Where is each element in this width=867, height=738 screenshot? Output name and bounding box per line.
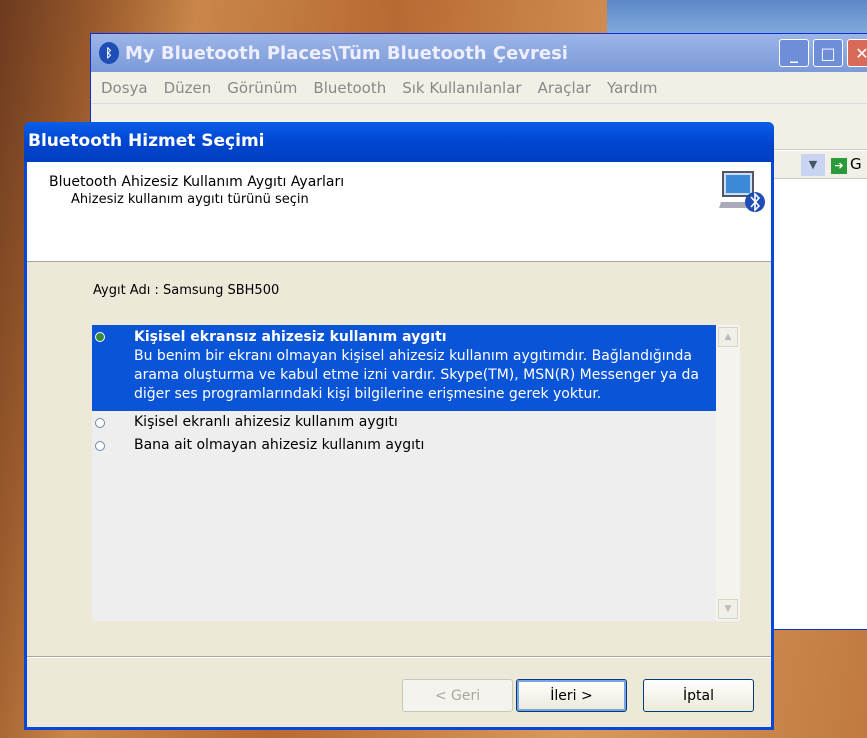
menu-favorites[interactable]: Sık Kullanılanlar — [402, 79, 521, 97]
maximize-button[interactable]: □ — [813, 39, 843, 67]
explorer-title-bar[interactable]: ᛒ My Bluetooth Places\Tüm Bluetooth Çevr… — [91, 34, 867, 72]
option-title: Kişisel ekransız ahizesiz kullanım aygıt… — [134, 329, 447, 345]
menu-duzen[interactable]: Düzen — [164, 79, 212, 97]
dialog-header: Bluetooth Ahizesiz Kullanım Aygıtı Ayarl… — [27, 162, 771, 262]
device-type-list: Kişisel ekransız ahizesiz kullanım aygıt… — [92, 325, 740, 621]
option-personal-no-screen[interactable]: Kişisel ekransız ahizesiz kullanım aygıt… — [92, 325, 716, 411]
menu-yardim[interactable]: Yardım — [607, 79, 658, 97]
menu-araclar[interactable]: Araçlar — [538, 79, 591, 97]
go-arrow-icon: ➔ — [831, 158, 847, 174]
option-title: Bana ait olmayan ahizesiz kullanım aygıt… — [134, 437, 425, 453]
option-title: Kişisel ekranlı ahizesiz kullanım aygıtı — [134, 414, 398, 430]
menu-bar: Dosya Düzen Görünüm Bluetooth Sık Kullan… — [91, 72, 867, 104]
device-name: Aygıt Adı : Samsung SBH500 — [93, 283, 280, 298]
option-personal-with-screen[interactable]: Kişisel ekranlı ahizesiz kullanım aygıtı — [92, 411, 740, 434]
radio-icon[interactable] — [95, 418, 105, 428]
explorer-title: My Bluetooth Places\Tüm Bluetooth Çevres… — [125, 42, 568, 64]
dialog-heading: Bluetooth Ahizesiz Kullanım Aygıtı Ayarl… — [49, 174, 345, 190]
bluetooth-computer-icon — [719, 171, 765, 212]
menu-dosya[interactable]: Dosya — [101, 79, 148, 97]
scrollbar[interactable]: ▲ ▼ — [716, 325, 740, 621]
radio-selected-icon[interactable] — [95, 332, 105, 342]
bluetooth-icon: ᛒ — [99, 42, 119, 64]
go-button[interactable]: ➔ G — [831, 155, 862, 174]
bluetooth-service-dialog: Bluetooth Hizmet Seçimi Bluetooth Ahizes… — [24, 122, 774, 730]
divider — [27, 656, 771, 658]
close-button[interactable]: ✕ — [847, 39, 867, 67]
dialog-title[interactable]: Bluetooth Hizmet Seçimi — [24, 122, 774, 162]
option-not-mine[interactable]: Bana ait olmayan ahizesiz kullanım aygıt… — [92, 434, 740, 457]
radio-icon[interactable] — [95, 441, 105, 451]
dialog-subheading: Ahizesiz kullanım aygıtı türünü seçin — [71, 192, 309, 207]
scroll-down-icon[interactable]: ▼ — [718, 599, 738, 619]
cancel-button[interactable]: İptal — [643, 679, 754, 712]
address-dropdown[interactable]: ▼ — [801, 154, 825, 176]
option-description: Bu benim bir ekranı olmayan kişisel ahiz… — [134, 348, 699, 402]
back-button[interactable]: < Geri — [402, 679, 513, 712]
scroll-up-icon[interactable]: ▲ — [718, 327, 738, 347]
next-button[interactable]: İleri > — [516, 679, 627, 712]
minimize-button[interactable]: _ — [779, 39, 809, 67]
menu-gorunum[interactable]: Görünüm — [227, 79, 297, 97]
menu-bluetooth[interactable]: Bluetooth — [313, 79, 386, 97]
